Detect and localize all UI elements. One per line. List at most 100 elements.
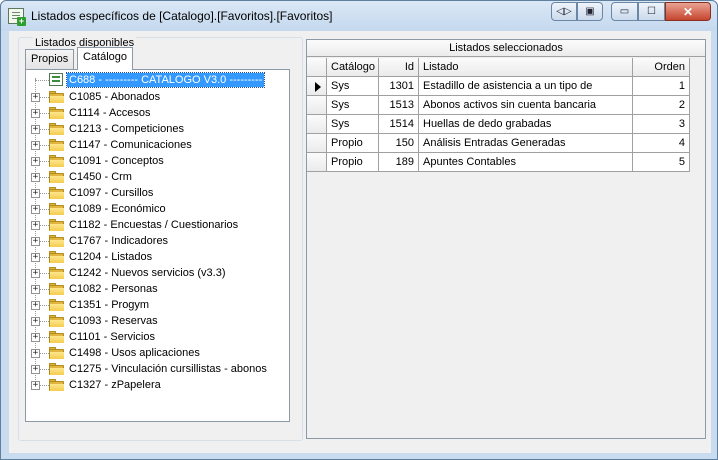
tree-item-label[interactable]: C1213 - Competiciones [67, 122, 186, 136]
expand-plus-icon[interactable]: + [31, 157, 40, 166]
tree-item-label[interactable]: C1767 - Indicadores [67, 234, 170, 248]
tree-item[interactable]: + C1213 - Competiciones [26, 121, 289, 137]
tree-item[interactable]: + C1498 - Usos aplicaciones [26, 345, 289, 361]
folder-icon [49, 219, 65, 232]
tree-item-label[interactable]: C1275 - Vinculación cursillistas - abono… [67, 362, 269, 376]
expand-plus-icon[interactable]: + [31, 189, 40, 198]
cell-id[interactable]: 1513 [379, 96, 419, 115]
row-selector[interactable] [307, 77, 327, 96]
cell-catalogo[interactable]: Propio [327, 153, 379, 172]
cell-listado[interactable]: Estadillo de asistencia a un tipo de [419, 77, 633, 96]
tree-item-label[interactable]: C1327 - zPapelera [67, 378, 163, 392]
tree-item[interactable]: + C1450 - Crm [26, 169, 289, 185]
expand-plus-icon[interactable]: + [31, 221, 40, 230]
tree-item-label[interactable]: C1097 - Cursillos [67, 186, 155, 200]
tree-item[interactable]: + C1182 - Encuestas / Cuestionarios [26, 217, 289, 233]
tree-item[interactable]: + C1351 - Progym [26, 297, 289, 313]
tree-root-label[interactable]: C688 - --------- CATALOGO V3.0 --------- [65, 72, 266, 88]
tree-item[interactable]: + C1091 - Conceptos [26, 153, 289, 169]
title-bar[interactable]: + Listados específicos de [Catalogo].[Fa… [1, 1, 717, 31]
tree-item-label[interactable]: C1182 - Encuestas / Cuestionarios [67, 218, 240, 232]
tree-item[interactable]: + C1082 - Personas [26, 281, 289, 297]
row-selector[interactable] [307, 115, 327, 134]
tree-item[interactable]: + C1093 - Reservas [26, 313, 289, 329]
col-header-listado[interactable]: Listado [419, 58, 633, 77]
expand-plus-icon[interactable]: + [31, 205, 40, 214]
expand-plus-icon[interactable]: + [31, 381, 40, 390]
tab-catalogo[interactable]: Catálogo [77, 47, 134, 70]
tree-item-label[interactable]: C1085 - Abonados [67, 90, 162, 104]
tree-item[interactable]: + C1114 - Accesos [26, 105, 289, 121]
expand-plus-icon[interactable]: + [31, 317, 40, 326]
col-header-catalogo[interactable]: Catálogo [327, 58, 379, 77]
cell-catalogo[interactable]: Sys [327, 115, 379, 134]
catalog-tree[interactable]: C688 - --------- CATALOGO V3.0 ---------… [25, 69, 290, 422]
expand-plus-icon[interactable]: + [31, 125, 40, 134]
cell-orden[interactable]: 1 [633, 77, 690, 96]
expand-plus-icon[interactable]: + [31, 109, 40, 118]
cell-catalogo[interactable]: Propio [327, 134, 379, 153]
tree-item[interactable]: + C1085 - Abonados [26, 89, 289, 105]
tree-root[interactable]: C688 - --------- CATALOGO V3.0 --------- [26, 72, 289, 88]
cell-orden[interactable]: 4 [633, 134, 690, 153]
minimize-button[interactable]: ▭ [611, 2, 638, 21]
tree-item[interactable]: + C1242 - Nuevos servicios (v3.3) [26, 265, 289, 281]
tree-item[interactable]: + C1089 - Económico [26, 201, 289, 217]
tree-item[interactable]: + C1097 - Cursillos [26, 185, 289, 201]
cell-id[interactable]: 1514 [379, 115, 419, 134]
cell-orden[interactable]: 3 [633, 115, 690, 134]
row-selector[interactable] [307, 134, 327, 153]
expand-plus-icon[interactable]: + [31, 141, 40, 150]
col-header-orden[interactable]: Orden [633, 58, 690, 77]
maximize-button[interactable]: ☐ [638, 2, 665, 21]
expand-plus-icon[interactable]: + [31, 173, 40, 182]
tree-item-label[interactable]: C1450 - Crm [67, 170, 134, 184]
cell-listado[interactable]: Análisis Entradas Generadas [419, 134, 633, 153]
cell-listado[interactable]: Huellas de dedo grabadas [419, 115, 633, 134]
expand-plus-icon[interactable]: + [31, 237, 40, 246]
tree-item[interactable]: + C1275 - Vinculación cursillistas - abon… [26, 361, 289, 377]
expand-plus-icon[interactable]: + [31, 285, 40, 294]
tree-item-label[interactable]: C1089 - Económico [67, 202, 168, 216]
expand-plus-icon[interactable]: + [31, 365, 40, 374]
cell-catalogo[interactable]: Sys [327, 77, 379, 96]
cell-id[interactable]: 1301 [379, 77, 419, 96]
row-selector[interactable] [307, 153, 327, 172]
main-window: + Listados específicos de [Catalogo].[Fa… [0, 0, 718, 460]
cell-orden[interactable]: 5 [633, 153, 690, 172]
tree-item-label[interactable]: C1082 - Personas [67, 282, 160, 296]
tree-item-label[interactable]: C1091 - Conceptos [67, 154, 166, 168]
tree-item-label[interactable]: C1101 - Servicios [67, 330, 157, 344]
expand-plus-icon[interactable]: + [31, 253, 40, 262]
col-header-id[interactable]: Id [379, 58, 419, 77]
dock-toggle-button[interactable]: ◁▷ [551, 2, 577, 21]
cell-listado[interactable]: Apuntes Contables [419, 153, 633, 172]
window-list-button[interactable]: ▣ [577, 2, 603, 21]
cell-id[interactable]: 189 [379, 153, 419, 172]
tree-item[interactable]: + C1204 - Listados [26, 249, 289, 265]
cell-catalogo[interactable]: Sys [327, 96, 379, 115]
row-selector[interactable] [307, 96, 327, 115]
expand-plus-icon[interactable]: + [31, 93, 40, 102]
tree-item-label[interactable]: C1204 - Listados [67, 250, 154, 264]
tree-item-label[interactable]: C1351 - Progym [67, 298, 151, 312]
close-button[interactable]: ✕ [665, 2, 711, 21]
cell-id[interactable]: 150 [379, 134, 419, 153]
catalog-table-icon [49, 73, 63, 86]
tree-item-label[interactable]: C1498 - Usos aplicaciones [67, 346, 202, 360]
tree-item-label[interactable]: C1093 - Reservas [67, 314, 160, 328]
cell-listado[interactable]: Abonos activos sin cuenta bancaria [419, 96, 633, 115]
expand-plus-icon[interactable]: + [31, 333, 40, 342]
tree-item[interactable]: + C1767 - Indicadores [26, 233, 289, 249]
cell-orden[interactable]: 2 [633, 96, 690, 115]
expand-plus-icon[interactable]: + [31, 269, 40, 278]
tree-item[interactable]: + C1147 - Comunicaciones [26, 137, 289, 153]
tree-item-label[interactable]: C1147 - Comunicaciones [67, 138, 194, 152]
tab-propios[interactable]: Propios [25, 49, 75, 69]
tree-item-label[interactable]: C1242 - Nuevos servicios (v3.3) [67, 266, 228, 280]
tree-item[interactable]: + C1327 - zPapelera [26, 377, 289, 393]
tree-item[interactable]: + C1101 - Servicios [26, 329, 289, 345]
tree-item-label[interactable]: C1114 - Accesos [67, 106, 153, 120]
expand-plus-icon[interactable]: + [31, 349, 40, 358]
expand-plus-icon[interactable]: + [31, 301, 40, 310]
